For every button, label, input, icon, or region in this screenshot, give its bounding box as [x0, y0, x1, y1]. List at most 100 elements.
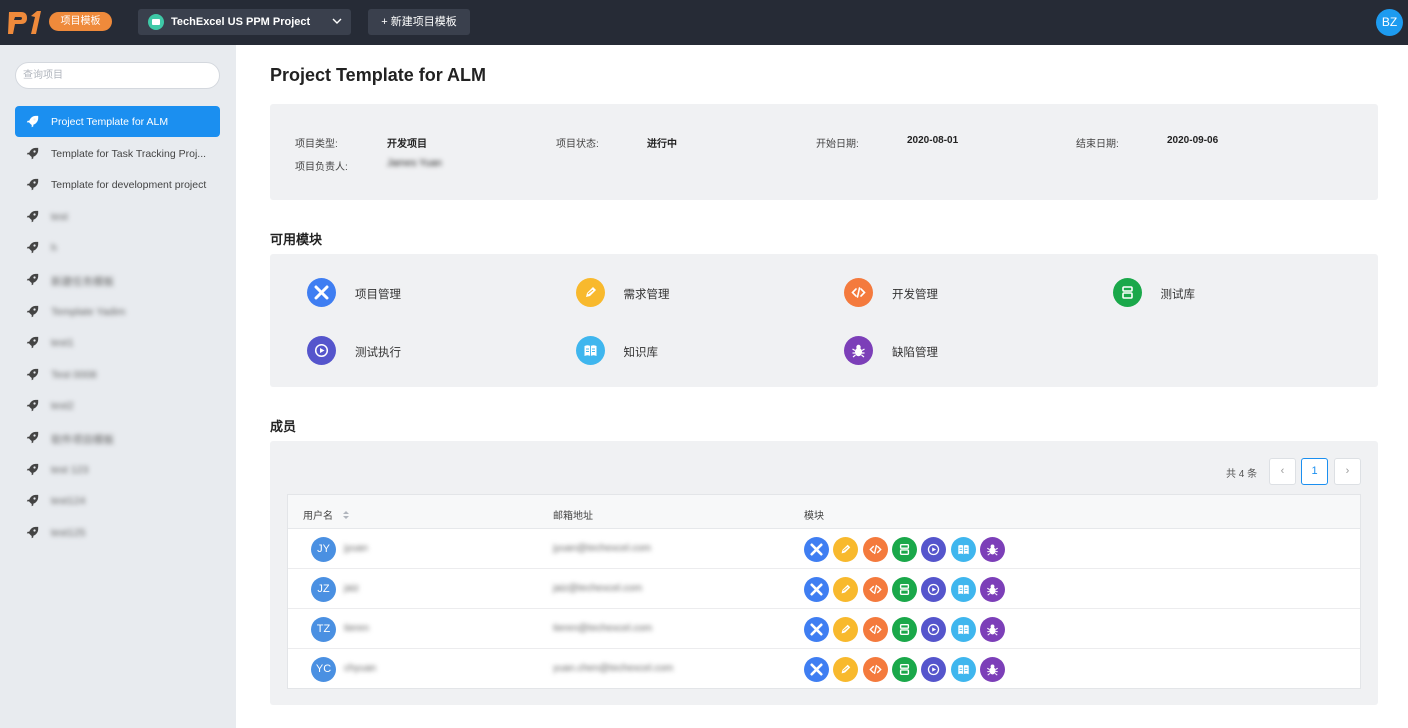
module-label: 测试执行: [355, 347, 401, 359]
rocket-icon: [26, 305, 39, 317]
sidebar-item[interactable]: Template for Task Tracking Proj...: [15, 138, 220, 169]
code-icon: [844, 278, 873, 307]
module-label: 缺陷管理: [892, 347, 938, 359]
project-icon: [307, 278, 336, 307]
sidebar-item-label: 软件项目模板: [51, 434, 114, 446]
member-username: tieren: [344, 623, 370, 634]
table-row[interactable]: TZ tieren tieren@techexcel.com: [288, 609, 1360, 649]
project-icon: [804, 617, 829, 642]
rocket-icon: [26, 463, 39, 475]
play-icon: [307, 336, 336, 365]
start-date-label: 开始日期:: [816, 139, 859, 150]
module-label: 知识库: [623, 347, 659, 359]
prev-page-button[interactable]: ‹: [1269, 458, 1296, 485]
table-row[interactable]: JZ jaiz jaiz@techexcel.com: [288, 569, 1360, 609]
sidebar-item-label: test1: [51, 337, 74, 350]
sidebar-item-label: test: [51, 210, 68, 223]
test-library-icon: [891, 537, 917, 562]
sidebar-item[interactable]: test124: [15, 485, 220, 516]
modules-section-title: 可用模块: [270, 232, 323, 247]
sidebar-item[interactable]: Template for development project: [15, 169, 220, 200]
sidebar-item[interactable]: Test 0008: [15, 359, 220, 390]
member-avatar: JZ: [311, 577, 336, 602]
project-selector[interactable]: TechExcel US PPM Project: [138, 9, 351, 35]
column-header-modules: 模块: [804, 511, 824, 522]
new-project-template-button[interactable]: + 新建项目模板: [368, 9, 470, 35]
requirement-icon: [833, 617, 859, 642]
module-label: 项目管理: [355, 289, 401, 301]
rocket-icon: [26, 242, 39, 254]
project-app-icon: [148, 14, 164, 30]
next-page-button[interactable]: ›: [1334, 458, 1361, 485]
user-avatar[interactable]: BZ: [1376, 9, 1403, 36]
rocket-icon: [26, 400, 39, 412]
column-header-email: 邮箱地址: [553, 511, 593, 522]
test-library-icon: [891, 617, 917, 642]
book-icon: [950, 577, 976, 602]
member-email: tieren@techexcel.com: [553, 623, 653, 634]
sidebar-item[interactable]: test: [15, 201, 220, 232]
project-selector-label: TechExcel US PPM Project: [171, 16, 311, 28]
sidebar-item[interactable]: test125: [15, 517, 220, 548]
member-username: jaiz: [344, 583, 360, 594]
available-modules-panel: 项目管理 需求管理 开发管理 测试库 测试执行 知识库 缺陷管理: [270, 254, 1378, 387]
sidebar-item[interactable]: 软件项目模板: [15, 422, 220, 453]
module-label: 需求管理: [623, 289, 670, 301]
book-icon: [950, 657, 976, 682]
sidebar-item[interactable]: Project Template for ALM: [15, 106, 220, 137]
sidebar-item[interactable]: test 123: [15, 454, 220, 485]
end-date-value: 2020-09-06: [1167, 135, 1219, 146]
sidebar-item[interactable]: Template Yadim: [15, 296, 220, 327]
sidebar: Project Template for ALM Template for Ta…: [0, 45, 236, 728]
sidebar-item[interactable]: 新建任务模板: [15, 264, 220, 295]
module-label: 测试库: [1160, 289, 1196, 301]
total-count: 共 4 条: [1226, 469, 1258, 480]
main-content: Project Template for ALM 项目类型: 开发项目 项目状态…: [236, 45, 1408, 728]
sidebar-item[interactable]: test1: [15, 327, 220, 358]
bug-icon: [979, 657, 1005, 682]
rocket-icon: [26, 495, 39, 507]
member-username: chyuan: [344, 663, 377, 674]
sidebar-item-label: Test 0008: [51, 368, 97, 381]
sidebar-item-label: Template for development project: [51, 179, 207, 192]
table-row[interactable]: YC chyuan yuan.chen@techexcel.com: [288, 649, 1360, 689]
code-icon: [862, 657, 888, 682]
rocket-icon: [26, 273, 39, 286]
member-username: jyuan: [344, 543, 368, 554]
sidebar-item[interactable]: h: [15, 232, 220, 263]
member-email: jyuan@techexcel.com: [553, 543, 651, 554]
project-template-badge[interactable]: 项目模板: [49, 12, 112, 31]
sidebar-item[interactable]: test2: [15, 390, 220, 421]
project-icon: [804, 577, 829, 602]
sort-icon[interactable]: [342, 510, 350, 520]
start-date-value: 2020-08-01: [907, 135, 959, 146]
member-avatar: YC: [311, 657, 336, 682]
members-section-title: 成员: [270, 419, 297, 434]
search-input[interactable]: [15, 62, 220, 89]
requirement-icon: [575, 278, 605, 307]
book-icon: [575, 336, 605, 365]
rocket-icon: [26, 210, 39, 222]
page-1-button[interactable]: 1: [1301, 458, 1328, 485]
sidebar-item-label: Project Template for ALM: [51, 116, 169, 128]
play-icon: [921, 537, 947, 562]
test-library-icon: [891, 657, 917, 682]
project-type-label: 项目类型:: [295, 139, 338, 150]
rocket-icon: [26, 526, 39, 538]
table-row[interactable]: JY jyuan jyuan@techexcel.com: [288, 529, 1360, 569]
column-header-username[interactable]: 用户名: [303, 507, 350, 522]
project-status-value: 进行中: [647, 139, 677, 150]
member-email: yuan.chen@techexcel.com: [553, 663, 674, 674]
end-date-label: 结束日期:: [1076, 139, 1119, 150]
member-avatar: JY: [311, 537, 336, 562]
member-email: jaiz@techexcel.com: [553, 583, 643, 594]
rocket-icon: [26, 337, 39, 349]
p1-logo[interactable]: [7, 8, 43, 36]
table-header: 用户名 邮箱地址 模块: [288, 495, 1360, 529]
book-icon: [950, 537, 976, 562]
book-icon: [950, 617, 976, 642]
page-title: Project Template for ALM: [270, 65, 487, 85]
play-icon: [921, 617, 947, 642]
rocket-icon: [26, 431, 39, 444]
project-type-value: 开发项目: [387, 139, 427, 150]
